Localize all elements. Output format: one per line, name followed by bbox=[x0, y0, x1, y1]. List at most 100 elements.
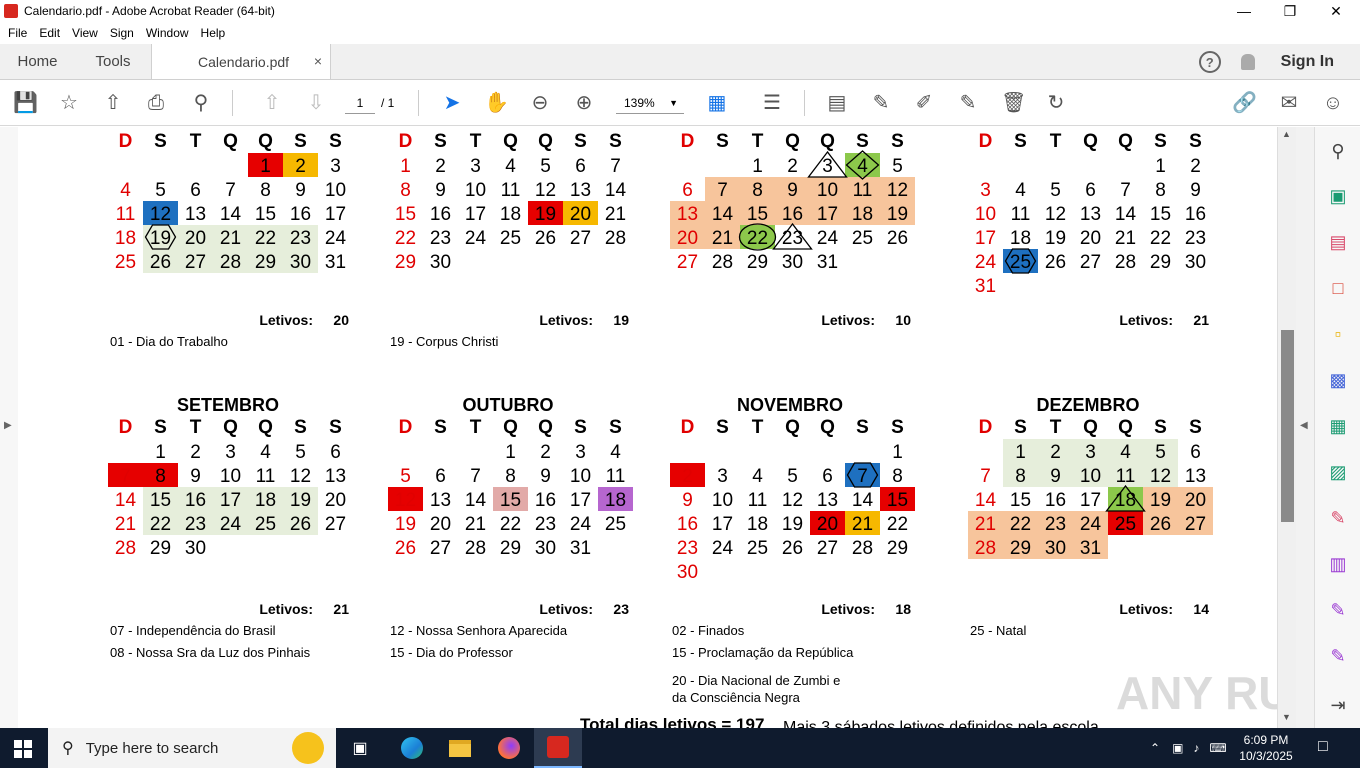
rotate-icon[interactable]: ↻ bbox=[1044, 91, 1068, 115]
delete-icon[interactable]: 🗑 bbox=[1001, 91, 1026, 115]
share-link-icon[interactable]: 🔗 bbox=[1232, 91, 1257, 115]
next-page-icon[interactable]: ⇩ bbox=[304, 91, 328, 115]
month-title: JUNHO bbox=[476, 127, 539, 129]
fill-sign-tool-icon[interactable]: ✎ bbox=[1326, 506, 1350, 530]
right-panel-toggle[interactable]: ◀ bbox=[1296, 127, 1314, 728]
calendar-day: 29 bbox=[255, 252, 276, 273]
account-icon[interactable]: ☺ bbox=[1321, 91, 1345, 115]
letivos-label: Letivos: bbox=[259, 601, 313, 617]
scroll-mode-icon[interactable]: ☰ bbox=[760, 91, 784, 115]
close-tab-icon[interactable]: × bbox=[314, 53, 322, 69]
save-icon[interactable]: 💾 bbox=[13, 91, 38, 115]
sign-in-button[interactable]: Sign In bbox=[1281, 53, 1334, 71]
calendar-day: 28 bbox=[115, 538, 136, 559]
bookmark-star-icon[interactable]: ☆ bbox=[57, 91, 81, 115]
menu-view[interactable]: View bbox=[72, 26, 98, 40]
weekday-header: S bbox=[1154, 417, 1167, 438]
calendar-day: 13 bbox=[430, 490, 451, 511]
zoom-level-value: 139% bbox=[624, 96, 655, 110]
tab-home[interactable]: Home bbox=[0, 44, 75, 79]
previous-page-icon[interactable]: ⇧ bbox=[260, 91, 284, 115]
collapse-right-icon: ◀ bbox=[1300, 420, 1308, 431]
weekday-header: S bbox=[329, 417, 342, 438]
calendar-day: 16 bbox=[1185, 204, 1206, 225]
combine-files-icon[interactable]: ▩ bbox=[1326, 368, 1350, 392]
tab-document[interactable]: Calendario.pdf × bbox=[151, 44, 331, 79]
draw-icon[interactable]: ✐ bbox=[912, 91, 936, 115]
comment-icon[interactable]: ▤ bbox=[825, 91, 849, 115]
upload-icon[interactable]: ⇧ bbox=[101, 91, 125, 115]
menu-edit[interactable]: Edit bbox=[39, 26, 60, 40]
scroll-down-icon[interactable]: ▼ bbox=[1282, 712, 1291, 722]
scrollbar-thumb[interactable] bbox=[1281, 330, 1294, 522]
network-icon[interactable]: ▣ bbox=[1172, 741, 1183, 755]
maximize-button[interactable]: ❐ bbox=[1267, 0, 1313, 22]
taskbar-search-box[interactable]: ⚲ Type here to search bbox=[48, 728, 336, 768]
letivos-count: 18 bbox=[895, 601, 911, 617]
page-number-input[interactable]: 1 bbox=[345, 92, 375, 114]
firefox-icon[interactable] bbox=[485, 728, 533, 768]
compress-icon[interactable]: ▦ bbox=[1326, 414, 1350, 438]
zoom-level-dropdown[interactable]: 139% ▼ bbox=[616, 92, 684, 114]
acrobat-taskbar-icon[interactable] bbox=[534, 728, 582, 768]
organize-pages-icon[interactable]: ▤ bbox=[1326, 230, 1350, 254]
hand-tool-icon[interactable]: ✋ bbox=[484, 91, 509, 115]
taskbar-clock[interactable]: 6:09 PM 10/3/2025 bbox=[1236, 732, 1296, 764]
search-zoom-icon[interactable]: ⚲ bbox=[1326, 139, 1350, 163]
calendar-day: 4 bbox=[260, 442, 271, 463]
minimize-button[interactable]: — bbox=[1221, 0, 1267, 22]
print-icon[interactable]: ⎙ bbox=[144, 91, 168, 115]
select-cursor-icon[interactable]: ➤ bbox=[440, 91, 464, 115]
calendar-day: 24 bbox=[325, 228, 347, 249]
collapse-panel-icon[interactable]: ⇥ bbox=[1326, 693, 1350, 717]
left-panel-toggle[interactable]: ▶ bbox=[0, 127, 18, 728]
page-layout-icon[interactable]: ▦ bbox=[705, 91, 729, 115]
fill-sign-icon[interactable]: ✎ bbox=[956, 91, 980, 115]
menu-sign[interactable]: Sign bbox=[110, 26, 134, 40]
request-signature-icon[interactable]: ✎ bbox=[1326, 598, 1350, 622]
calendar-day: 9 bbox=[540, 466, 551, 487]
file-explorer-icon[interactable] bbox=[436, 728, 484, 768]
page-total: / 1 bbox=[381, 96, 395, 110]
create-pdf-icon[interactable]: ▣ bbox=[1326, 184, 1350, 208]
zoom-out-icon[interactable]: ⊖ bbox=[528, 91, 552, 115]
protect-icon[interactable]: ▥ bbox=[1326, 552, 1350, 576]
tab-tools[interactable]: Tools bbox=[75, 44, 151, 79]
calendar-day: 24 bbox=[1080, 514, 1102, 535]
pdf-document-view[interactable]: MAIODSTQQSS12345678910111213141516171819… bbox=[0, 127, 1296, 728]
menu-window[interactable]: Window bbox=[146, 26, 189, 40]
calendar-day: 17 bbox=[220, 490, 241, 511]
menu-help[interactable]: Help bbox=[201, 26, 226, 40]
edge-browser-icon[interactable] bbox=[388, 728, 436, 768]
calendar-day: 31 bbox=[325, 252, 346, 273]
zoom-in-icon[interactable]: ⊕ bbox=[572, 91, 596, 115]
notifications-icon[interactable]: □ bbox=[1318, 738, 1328, 756]
calendar-day: 8 bbox=[1015, 466, 1026, 487]
export-pdf-icon[interactable]: □ bbox=[1326, 276, 1350, 300]
calendar-day: 20 bbox=[185, 228, 206, 249]
more-tools-icon[interactable]: ✎ bbox=[1326, 644, 1350, 668]
notifications-bell-icon[interactable] bbox=[1240, 54, 1255, 70]
show-hidden-icons-icon[interactable]: ⌃ bbox=[1150, 741, 1160, 755]
highlight-icon[interactable]: ✎ bbox=[869, 91, 893, 115]
comment-tool-icon[interactable]: ▫ bbox=[1326, 322, 1350, 346]
volume-icon[interactable]: ♪ bbox=[1193, 741, 1199, 755]
calendar-day: 30 bbox=[290, 252, 311, 273]
menu-file[interactable]: File bbox=[8, 26, 27, 40]
scan-icon[interactable]: ▨ bbox=[1326, 460, 1350, 484]
calendar-day: 4 bbox=[752, 466, 763, 487]
email-icon[interactable]: ✉ bbox=[1277, 91, 1301, 115]
help-icon[interactable]: ? bbox=[1198, 51, 1221, 73]
calendar-day: 19 bbox=[535, 204, 556, 225]
calendar-day: 10 bbox=[1080, 466, 1101, 487]
scroll-up-icon[interactable]: ▲ bbox=[1282, 129, 1291, 139]
month-title: NOVEMBRO bbox=[737, 395, 843, 415]
vertical-scrollbar[interactable]: ▲ ▼ bbox=[1277, 127, 1296, 728]
task-view-icon[interactable]: ▣ bbox=[336, 728, 384, 768]
close-window-button[interactable]: ✕ bbox=[1313, 0, 1359, 22]
input-method-icon[interactable]: ⌨ bbox=[1209, 741, 1226, 755]
calendar-day: 21 bbox=[1115, 228, 1136, 249]
windows-start-icon[interactable] bbox=[14, 740, 32, 758]
find-icon[interactable]: ⚲ bbox=[189, 91, 213, 115]
calendar-day: 27 bbox=[325, 514, 346, 535]
